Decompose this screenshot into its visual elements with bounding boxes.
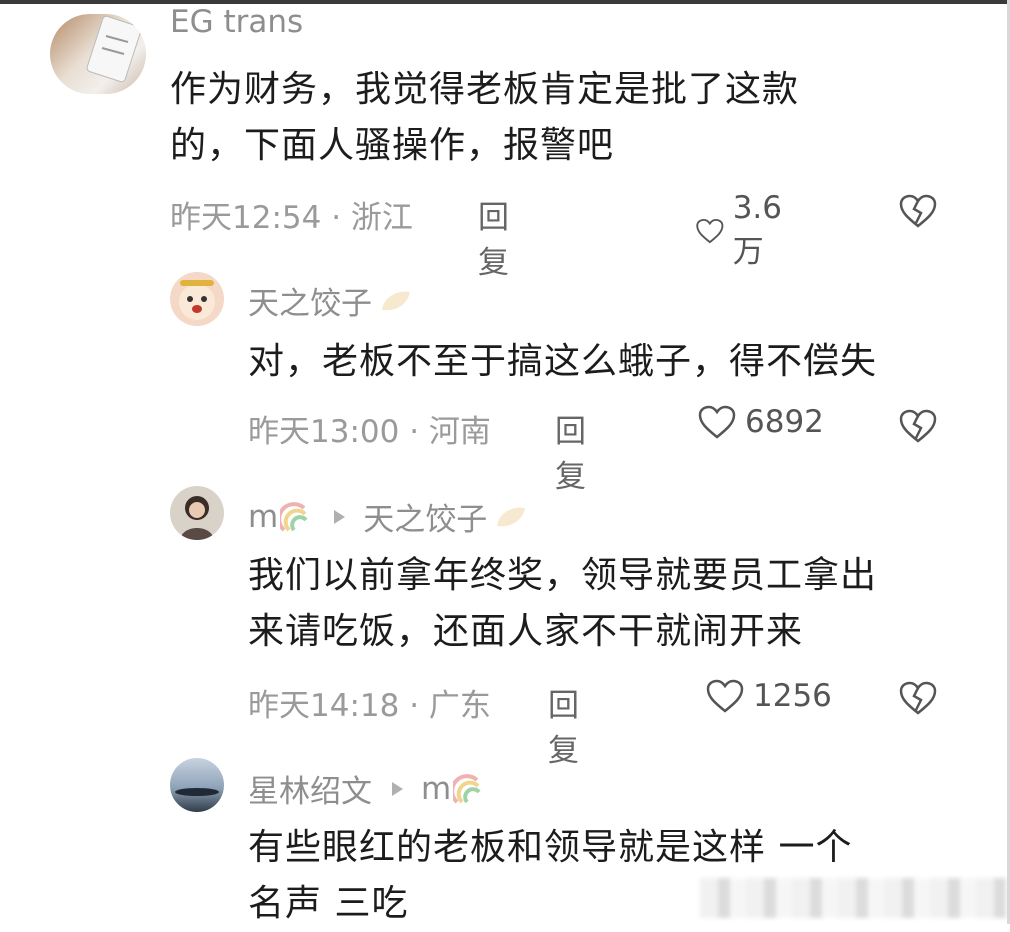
reply-arrow-icon: [334, 509, 346, 524]
comment-text-line: 对，老板不至于搞这么蛾子，得不偿失: [248, 341, 878, 382]
meta-separator: ·: [331, 200, 351, 236]
reply-button[interactable]: 回复: [555, 406, 586, 496]
comment-meta: 昨天12:54 · 浙江: [170, 192, 413, 237]
username-text: m: [248, 498, 279, 535]
username[interactable]: 星林绍文 m: [248, 766, 487, 811]
leaf-badge-icon: [497, 507, 526, 526]
comment-text: 我们以前拿年终奖，领导就要员工拿出 来请吃饭，还面人家不干就闹开来: [248, 548, 988, 660]
reply-button[interactable]: 回复: [548, 680, 579, 770]
comment-text-line: 来请吃饭，还面人家不干就闹开来: [248, 611, 804, 652]
avatar-image: [180, 496, 214, 540]
avatar[interactable]: [170, 758, 224, 812]
avatar-image: [86, 15, 142, 83]
location: 浙江: [350, 200, 413, 236]
top-border: [0, 0, 1010, 4]
broken-heart-icon[interactable]: [898, 680, 938, 716]
username[interactable]: m 天之饺子: [248, 494, 529, 539]
reply-to-username[interactable]: 天之饺子: [363, 494, 487, 539]
reply-button[interactable]: 回复: [478, 192, 509, 282]
like-count: 3.6万: [732, 190, 782, 270]
avatar-image: [175, 788, 219, 796]
comment-text: 对，老板不至于搞这么蛾子，得不偿失: [248, 334, 988, 390]
like-button[interactable]: 6892: [697, 404, 824, 440]
username[interactable]: EG trans: [170, 4, 303, 40]
username[interactable]: 天之饺子: [248, 278, 414, 323]
meta-separator: ·: [409, 414, 429, 450]
leaf-badge-icon: [382, 291, 410, 310]
location: 广东: [428, 688, 491, 724]
comment-text-line: 有些眼红的老板和领导就是这样 一个: [248, 827, 853, 868]
comment-meta: 昨天13:00 · 河南: [248, 406, 491, 451]
heart-outline-icon: [706, 679, 744, 713]
like-button[interactable]: 1256: [705, 678, 832, 714]
timestamp: 昨天14:18: [248, 688, 400, 724]
like-count: 6892: [745, 404, 824, 440]
location: 河南: [428, 414, 491, 450]
like-count: 1256: [753, 678, 832, 714]
comment-text-line: 作为财务，我觉得老板肯定是批了这款: [170, 69, 800, 110]
blurred-watermark: [700, 878, 1006, 918]
comment-text-line: 我们以前拿年终奖，领导就要员工拿出: [248, 555, 878, 596]
timestamp: 昨天12:54: [170, 200, 322, 236]
avatar-image: [179, 280, 215, 320]
comment-text-line: 的，下面人骚操作，报警吧: [170, 125, 615, 166]
reply-arrow-icon: [392, 781, 403, 796]
avatar[interactable]: [170, 272, 224, 326]
broken-heart-icon[interactable]: [898, 408, 938, 444]
username-text: 星林绍文: [248, 774, 372, 810]
username-text: 天之饺子: [248, 286, 372, 322]
broken-heart-icon[interactable]: [898, 193, 938, 229]
heart-outline-icon: [698, 405, 736, 439]
reply-to-username[interactable]: m: [421, 771, 451, 807]
meta-separator: ·: [409, 688, 429, 724]
heart-outline-icon: [696, 218, 724, 243]
avatar[interactable]: [170, 486, 224, 540]
rainbow-badge-icon: [280, 501, 308, 531]
comment-meta: 昨天14:18 · 广东: [248, 680, 491, 725]
avatar[interactable]: [50, 14, 146, 94]
like-button[interactable]: 3.6万: [695, 190, 792, 271]
comment-text: 作为财务，我觉得老板肯定是批了这款 的，下面人骚操作，报警吧: [170, 62, 970, 174]
timestamp: 昨天13:00: [248, 414, 400, 450]
rainbow-badge-icon: [453, 773, 481, 803]
